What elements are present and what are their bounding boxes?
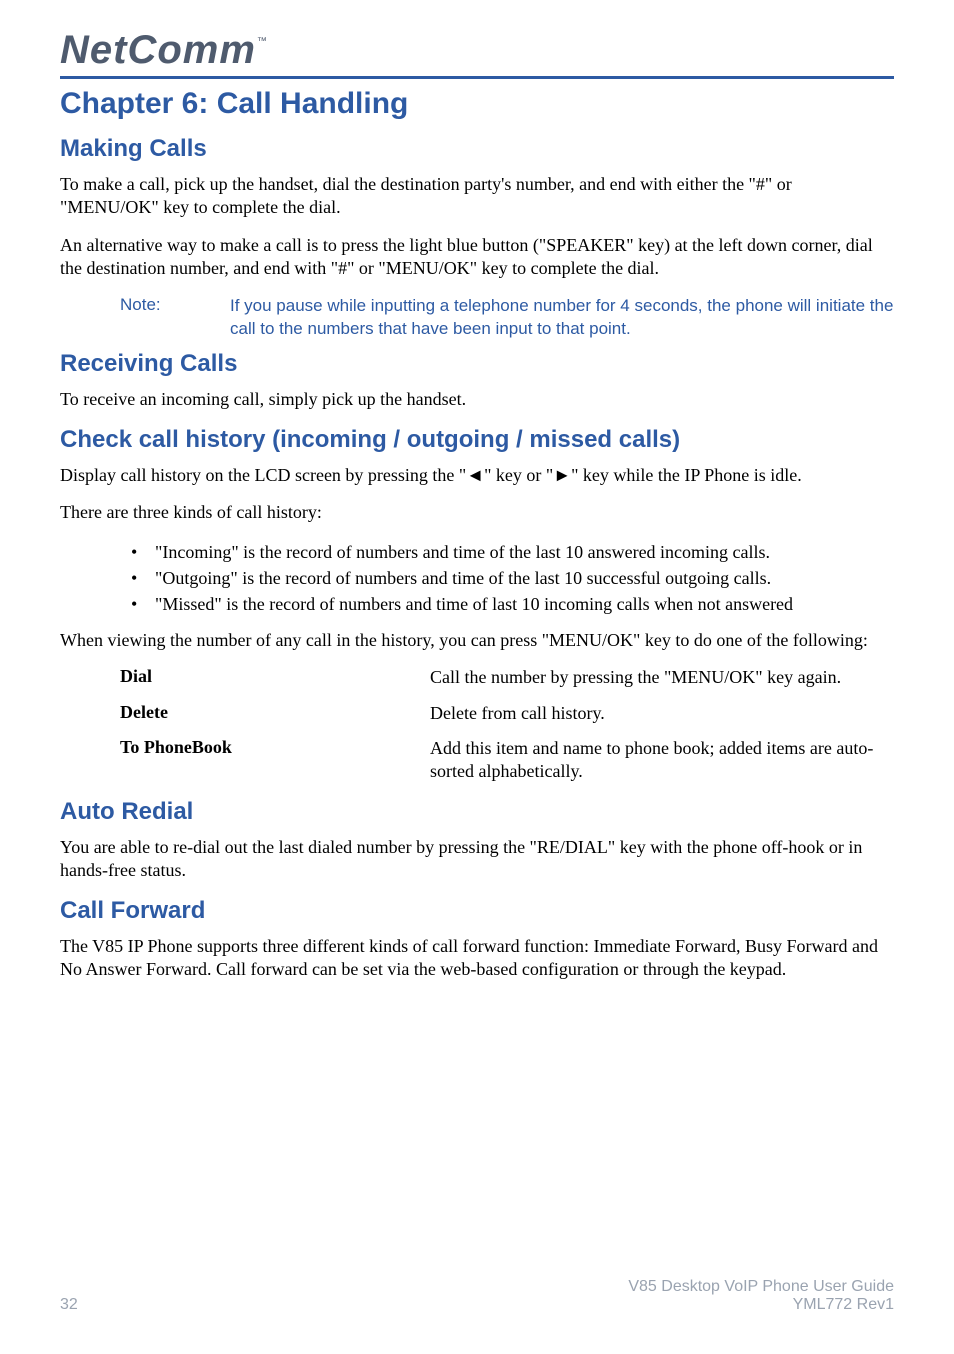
brand-logo: NetComm™ <box>60 30 894 70</box>
call-forward-para1: The V85 IP Phone supports three differen… <box>60 935 894 982</box>
action-desc-phonebook: Add this item and name to phone book; ad… <box>430 737 894 784</box>
action-label-delete: Delete <box>120 702 430 725</box>
table-row: To PhoneBook Add this item and name to p… <box>120 737 894 784</box>
page-number: 32 <box>60 1296 78 1314</box>
table-row: Delete Delete from call history. <box>120 702 894 725</box>
footer-rev: YML772 Rev1 <box>628 1296 894 1314</box>
check-history-para1: Display call history on the LCD screen b… <box>60 464 894 487</box>
header-divider <box>60 76 894 79</box>
footer-right: V85 Desktop VoIP Phone User Guide YML772… <box>628 1278 894 1314</box>
note-text: If you pause while inputting a telephone… <box>230 295 894 341</box>
receiving-calls-para1: To receive an incoming call, simply pick… <box>60 388 894 411</box>
action-table: Dial Call the number by pressing the "ME… <box>60 666 894 784</box>
note-block: Note: If you pause while inputting a tel… <box>60 295 894 341</box>
check-history-para2: There are three kinds of call history: <box>60 501 894 524</box>
list-item: "Outgoing" is the record of numbers and … <box>155 565 894 591</box>
making-calls-para1: To make a call, pick up the handset, dia… <box>60 173 894 220</box>
section-check-history-title: Check call history (incoming / outgoing … <box>60 426 894 454</box>
history-list: "Incoming" is the record of numbers and … <box>60 539 894 617</box>
trademark-symbol: ™ <box>257 36 267 47</box>
section-receiving-calls-title: Receiving Calls <box>60 350 894 378</box>
table-row: Dial Call the number by pressing the "ME… <box>120 666 894 689</box>
check-history-para3: When viewing the number of any call in t… <box>60 629 894 652</box>
list-item: "Missed" is the record of numbers and ti… <box>155 591 894 617</box>
making-calls-para2: An alternative way to make a call is to … <box>60 234 894 281</box>
auto-redial-para1: You are able to re-dial out the last dia… <box>60 836 894 883</box>
list-item: "Incoming" is the record of numbers and … <box>155 539 894 565</box>
action-desc-delete: Delete from call history. <box>430 702 605 725</box>
page-footer: 32 V85 Desktop VoIP Phone User Guide YML… <box>60 1278 894 1314</box>
section-call-forward-title: Call Forward <box>60 897 894 925</box>
chapter-title: Chapter 6: Call Handling <box>60 87 894 121</box>
section-auto-redial-title: Auto Redial <box>60 798 894 826</box>
action-label-dial: Dial <box>120 666 430 689</box>
action-desc-dial: Call the number by pressing the "MENU/OK… <box>430 666 841 689</box>
logo-text: NetComm <box>60 30 256 70</box>
footer-guide: V85 Desktop VoIP Phone User Guide <box>628 1278 894 1296</box>
action-label-phonebook: To PhoneBook <box>120 737 430 784</box>
note-label: Note: <box>120 295 230 341</box>
section-making-calls-title: Making Calls <box>60 135 894 163</box>
